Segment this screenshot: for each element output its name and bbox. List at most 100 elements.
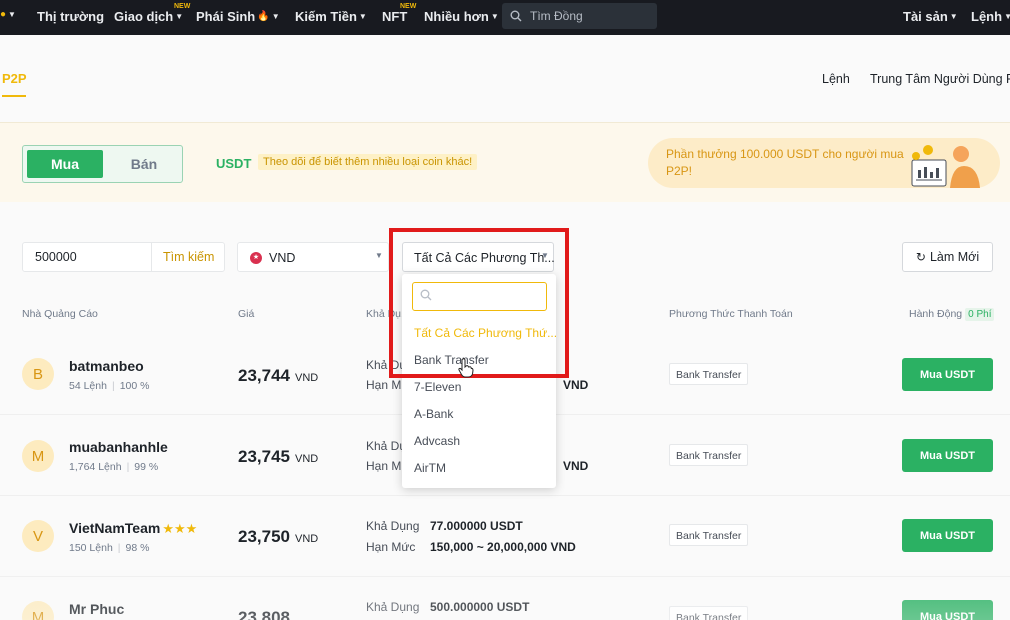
order-count: 1,764 Lệnh	[69, 461, 122, 473]
nav-trade[interactable]: Giao dịch ▼ NEW	[114, 3, 190, 24]
avatar[interactable]: M	[22, 440, 54, 472]
nav-derivatives[interactable]: Phái Sinh 🔥 ▼	[196, 9, 280, 24]
refresh-button[interactable]: ↻ Làm Mới	[902, 242, 993, 272]
advertiser-name[interactable]: Mr Phuc	[69, 601, 124, 617]
buy-usdt-button[interactable]: Mua USDT	[902, 519, 993, 552]
sell-toggle-button[interactable]: Bán	[109, 150, 179, 178]
buy-usdt-button[interactable]: Mua USDT	[902, 358, 993, 391]
table-row: M Mr Phuc 23,808 Khả Dụng 500.000000 USD…	[0, 577, 1010, 620]
nav-earn-label: Kiếm Tiền	[295, 9, 357, 24]
global-search[interactable]	[502, 3, 657, 29]
price: 23,750 VND	[238, 527, 318, 547]
chevron-down-icon: ▼	[541, 251, 549, 260]
amount-filter: Tìm kiếm	[22, 242, 225, 272]
nav-orders[interactable]: Lệnh ▼	[971, 9, 1010, 24]
limit-value: 150,000 ~ 20,000,000 VND	[430, 540, 576, 554]
global-search-input[interactable]	[530, 9, 640, 23]
payment-tag: Bank Transfer	[669, 444, 749, 466]
header-payment: Phương Thức Thanh Toán	[669, 308, 793, 320]
search-icon	[420, 289, 432, 301]
price-unit: VND	[295, 372, 319, 384]
dropdown-option-bank-transfer[interactable]: Bank Transfer	[414, 353, 489, 367]
nav-earn[interactable]: Kiếm Tiền ▼	[295, 9, 367, 24]
nav-assets-label: Tài sản	[903, 9, 948, 24]
header-action: Hành Động 0 Phí	[909, 308, 995, 321]
buy-usdt-button[interactable]: Mua USDT	[902, 439, 993, 472]
payment-method-value: Tất Cả Các Phương Th...	[414, 251, 555, 265]
divider	[151, 243, 152, 271]
table-row: V VietNamTeam ★★★ 150 Lệnh | 98 % 23,750 VND…	[0, 496, 1010, 577]
advertiser-stats: 54 Lệnh | 100 %	[69, 380, 150, 392]
advertiser-stats: 1,764 Lệnh | 99 %	[69, 461, 159, 473]
dropdown-option-7-eleven[interactable]: 7-Eleven	[414, 380, 461, 394]
chevron-down-icon: ▼	[949, 12, 958, 21]
trade-banner: Mua Bán USDT Theo dõi để biết thêm nhiều…	[0, 122, 1010, 202]
dropdown-search-field[interactable]	[412, 282, 547, 311]
limit-value: VND	[563, 459, 589, 473]
dropdown-option-all[interactable]: Tất Cả Các Phương Thứ...	[414, 326, 557, 340]
payment-tag: Bank Transfer	[669, 524, 749, 546]
advertiser-name-text: VietNamTeam	[69, 520, 161, 536]
completion-rate: 99 %	[134, 461, 159, 473]
header-price: Giá	[238, 308, 255, 320]
completion-rate: 98 %	[125, 542, 150, 554]
buy-usdt-button[interactable]: Mua USDT	[902, 600, 993, 620]
nav-more[interactable]: Nhiều hơn ▼	[424, 9, 499, 24]
advertiser-name[interactable]: batmanbeo	[69, 358, 144, 374]
amount-input[interactable]	[35, 250, 145, 264]
promo-illustration-icon	[911, 145, 980, 188]
chevron-down-icon: ▼	[175, 12, 184, 21]
nav-nft-label: NFT	[382, 9, 408, 24]
available-value: 500.000000 USDT	[430, 600, 530, 614]
avatar[interactable]: B	[22, 358, 54, 390]
coin-selector-usdt[interactable]: USDT	[216, 156, 251, 171]
coin-hint-badge[interactable]: Theo dõi để biết thêm nhiều loại coin kh…	[258, 154, 478, 170]
nav-more-label: Nhiều hơn	[424, 9, 489, 24]
tab-p2p[interactable]: P2P	[2, 71, 27, 86]
nav-derivatives-label: Phái Sinh	[196, 9, 256, 24]
vietnam-flag-icon: ★	[250, 252, 262, 264]
payment-method-dropdown: Tất Cả Các Phương Thứ... Bank Transfer 7…	[402, 274, 557, 488]
nav-overflow-caret[interactable]: ● ▼	[0, 9, 16, 20]
price-value: 23,750	[238, 527, 290, 546]
dropdown-option-advcash[interactable]: Advcash	[414, 434, 460, 448]
fiat-currency-value: VND	[269, 251, 296, 265]
price-value: 23,745	[238, 447, 290, 466]
reward-text: Phần thưởng 100.000 USDT cho người mua P…	[666, 147, 904, 178]
limit-label: Hạn Mức	[366, 540, 416, 554]
buy-toggle-button[interactable]: Mua	[27, 150, 103, 178]
advertiser-stats: 150 Lệnh | 98 %	[69, 542, 150, 554]
payment-method-select[interactable]: Tất Cả Các Phương Th... ▼	[402, 242, 555, 272]
price: 23,808	[238, 608, 290, 620]
fire-icon: 🔥	[257, 11, 270, 22]
dropdown-option-airtm[interactable]: AirTM	[414, 461, 446, 475]
nav-assets[interactable]: Tài sản ▼	[903, 9, 958, 24]
avatar[interactable]: V	[22, 520, 54, 552]
link-p2p-user-center[interactable]: Trung Tâm Người Dùng P2P	[870, 72, 1010, 86]
amount-search-button[interactable]: Tìm kiếm	[163, 250, 214, 264]
order-count: 54 Lệnh	[69, 380, 107, 392]
chevron-down-icon: ▼	[490, 12, 499, 21]
advertiser-name[interactable]: VietNamTeam ★★★	[69, 520, 197, 537]
link-orders[interactable]: Lệnh	[822, 72, 850, 86]
tab-active-indicator	[2, 95, 26, 97]
price-value: 23,744	[238, 366, 290, 385]
nav-markets[interactable]: Thị trường	[37, 9, 104, 24]
nav-nft[interactable]: NFT NEW	[382, 3, 416, 24]
dropdown-search-input[interactable]	[437, 289, 537, 303]
available-label: Khả Dụng	[366, 600, 420, 614]
avatar[interactable]: M	[22, 601, 54, 620]
reward-promo[interactable]: Phần thưởng 100.000 USDT cho người mua P…	[648, 138, 1000, 188]
payment-tag: Bank Transfer	[669, 363, 749, 385]
completion-rate: 100 %	[119, 380, 150, 392]
chevron-down-icon: ▼	[375, 251, 383, 260]
header-action-label: Hành Động	[909, 308, 963, 320]
dropdown-option-a-bank[interactable]: A-Bank	[414, 407, 453, 421]
header-advertiser: Nhà Quảng Cáo	[22, 308, 98, 320]
top-navbar: ● ▼ Thị trường Giao dịch ▼ NEW Phái Sinh 🔥 ▼…	[0, 0, 1010, 35]
nav-markets-label: Thị trường	[37, 9, 105, 24]
fiat-currency-select[interactable]: ★ VND ▼	[237, 242, 389, 272]
limit-value: VND	[563, 378, 589, 392]
advertiser-name[interactable]: muabanhanhle	[69, 439, 168, 455]
zero-fee-badge: 0 Phí	[965, 308, 995, 321]
